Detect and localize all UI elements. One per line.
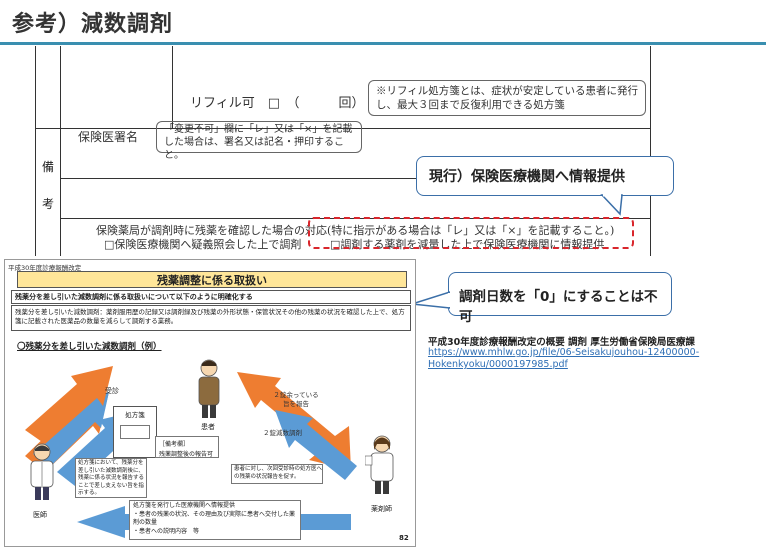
source-link-2[interactable]: Hokenkyoku/0000197985.pdf (428, 359, 568, 370)
doctor-figure (30, 443, 54, 500)
source-link-1[interactable]: https://www.mhlw.go.jp/file/06-Seisakujo… (428, 347, 699, 358)
slide-page-number: 82 (399, 534, 409, 542)
feedback-note: 処方箋を発行した医療機関へ情報提供 ・患者の残薬の状況、その理由及び実際に患者へ… (133, 502, 296, 535)
remarks-box: ［備考欄］ 残薬調整後の報告可 (155, 436, 219, 458)
remarks-char-1: 備 (42, 160, 55, 174)
callout-days-zero-text: 調剤日数を「0」にすることは不可 (459, 289, 658, 325)
arrow-reduce-label: ２錠減数調剤 (263, 429, 302, 437)
refill-note: ※リフィル処方箋とは、症状が安定している患者に発行し、最大３回まで反復利用できる… (376, 85, 638, 111)
callout-current-text: 現行）保険医療機関へ情報提供 (429, 169, 625, 185)
source-citation: 平成30年度診療報酬改定の概要 調剤 厚生労働省保険局医療課 (428, 337, 695, 348)
doctor-sign-note: 「変更不可」欄に「レ」又は「×」を記載した場合は、署名又は記名・押印すること。 (164, 124, 353, 161)
remarks-char-2: 考 (42, 197, 55, 211)
callout-current-practice: 現行）保険医療機関へ情報提供 (416, 156, 674, 196)
doctor-label: 医師 (33, 511, 47, 519)
remarks-box-label: ［備考欄］ (159, 441, 190, 448)
doctor-sign-label: 保険医署名 (78, 130, 139, 144)
pharmacist-figure (365, 435, 394, 494)
patient-label: 患者 (201, 423, 215, 431)
pharmacist-label: 薬剤師 (371, 505, 392, 513)
pharmacy-option-inquiry: □保険医療機関へ疑義照会した上で調剤 (104, 238, 302, 251)
arrow-visit-label: 受診 (105, 387, 119, 395)
callout-current-pointer (600, 194, 623, 216)
callout-days-zero-pointer (411, 291, 450, 309)
remarks-box-check: 残薬調整後の報告可 (159, 451, 214, 458)
pharmacist-note: 患者に対し、次回受診時の処方医への残薬の状況報告を促す。 (234, 466, 323, 480)
embedded-slide: 平成30年度診療報酬改定 残薬調整に係る取扱い 残薬分を差し引いた減数調剤に係る… (4, 259, 416, 547)
prescription-doc-label: 処方箋 (125, 411, 145, 419)
callout-days-zero: 調剤日数を「0」にすることは不可 (448, 272, 672, 325)
page-title: 参考）減数調剤 (12, 12, 174, 37)
dashed-highlight (308, 217, 634, 249)
patient-figure (198, 359, 220, 418)
refill-option: リフィル可 □ （ 回） (190, 96, 365, 111)
doctor-note: 処方箋において、残薬分を差し引いた減数調剤後に、残薬に係る状況を報告することで差… (78, 460, 145, 496)
title-divider (0, 42, 766, 45)
arrow-report-label: ２錠余っている旨を報告 (273, 391, 319, 408)
prescription-doc: 処方箋 (113, 406, 157, 458)
